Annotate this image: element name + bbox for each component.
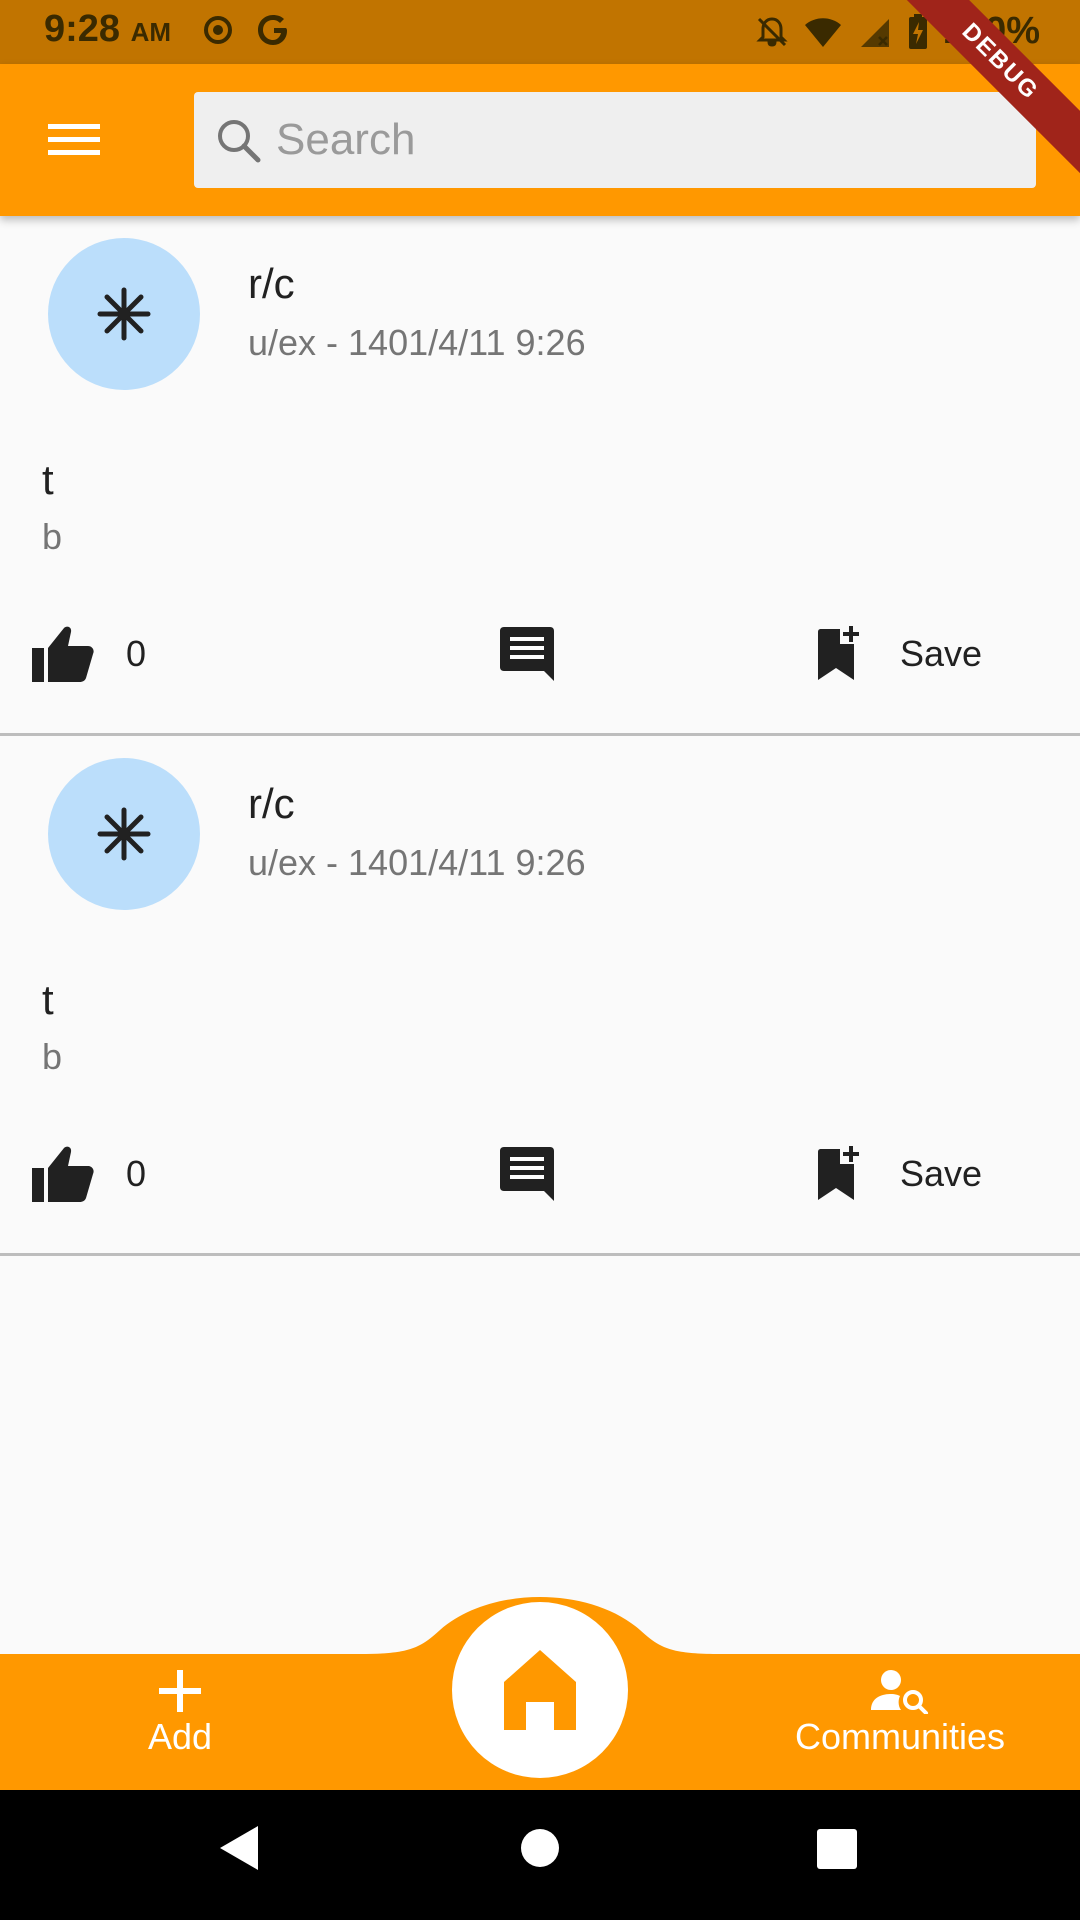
post-card[interactable]: r/c u/ex - 1401/4/11 9:26 t b 0 Save [0,736,1080,1256]
communities-nav-label: Communities [794,1716,1006,1757]
search-input[interactable] [274,114,998,166]
like-count: 0 [126,633,147,674]
post-meta: u/ex - 1401/4/11 9:26 [248,322,586,363]
bookmark-add-icon [818,1146,859,1200]
post-title: t [42,456,54,503]
system-navigation-bar [0,1790,1080,1920]
community-avatar[interactable] [48,758,200,910]
wifi-icon [804,17,841,47]
app-bar [0,64,1080,216]
home-circle-icon [521,1829,559,1867]
home-system-button[interactable] [520,1828,560,1873]
save-label: Save [900,633,983,674]
thumb-up-icon [32,626,94,682]
community-name[interactable]: r/c [248,260,295,308]
home-button[interactable] [452,1602,628,1778]
save-button[interactable]: Save [814,1136,982,1212]
add-nav-label: Add [147,1716,213,1757]
like-button[interactable]: 0 [30,1136,146,1212]
bookmark-add-icon [818,626,859,680]
recents-button[interactable] [816,1828,858,1875]
post-meta: u/ex - 1401/4/11 9:26 [248,842,586,883]
comment-button[interactable] [498,1136,556,1212]
communities-nav-button[interactable]: Communities [776,1668,1024,1758]
menu-icon [48,124,100,155]
menu-button[interactable] [34,108,114,172]
status-time-value: 9:28 [44,8,121,50]
home-icon [504,1650,576,1730]
post-card[interactable]: r/c u/ex - 1401/4/11 9:26 t b 0 Save [0,216,1080,736]
person-search-icon [871,1670,928,1714]
search-box[interactable] [194,92,1036,188]
snowflake-icon [97,807,151,861]
plus-icon [159,1670,201,1712]
comment-button[interactable] [498,616,556,692]
add-nav-button[interactable]: Add [130,1668,230,1758]
snowflake-icon [97,287,151,341]
google-icon [258,15,287,45]
like-count: 0 [126,1153,147,1194]
comment-icon [500,1147,554,1201]
back-triangle-icon [220,1826,258,1870]
signal-icon [860,18,889,47]
thumb-up-icon [32,1146,94,1202]
radio-icon [204,16,232,44]
post-body: b [42,516,63,557]
save-button[interactable]: Save [814,616,982,692]
status-left-icons [202,12,292,48]
save-label: Save [900,1153,983,1194]
search-icon [218,120,261,163]
community-avatar[interactable] [48,238,200,390]
recents-square-icon [817,1829,857,1869]
like-button[interactable]: 0 [30,616,146,692]
post-body: b [42,1036,63,1077]
status-time: 9:28 AM [44,8,171,51]
community-name[interactable]: r/c [248,780,295,828]
notifications-off-icon [756,16,788,47]
back-button[interactable] [218,1824,262,1877]
comment-icon [500,627,554,681]
status-time-ampm: AM [130,17,172,47]
post-title: t [42,976,54,1023]
